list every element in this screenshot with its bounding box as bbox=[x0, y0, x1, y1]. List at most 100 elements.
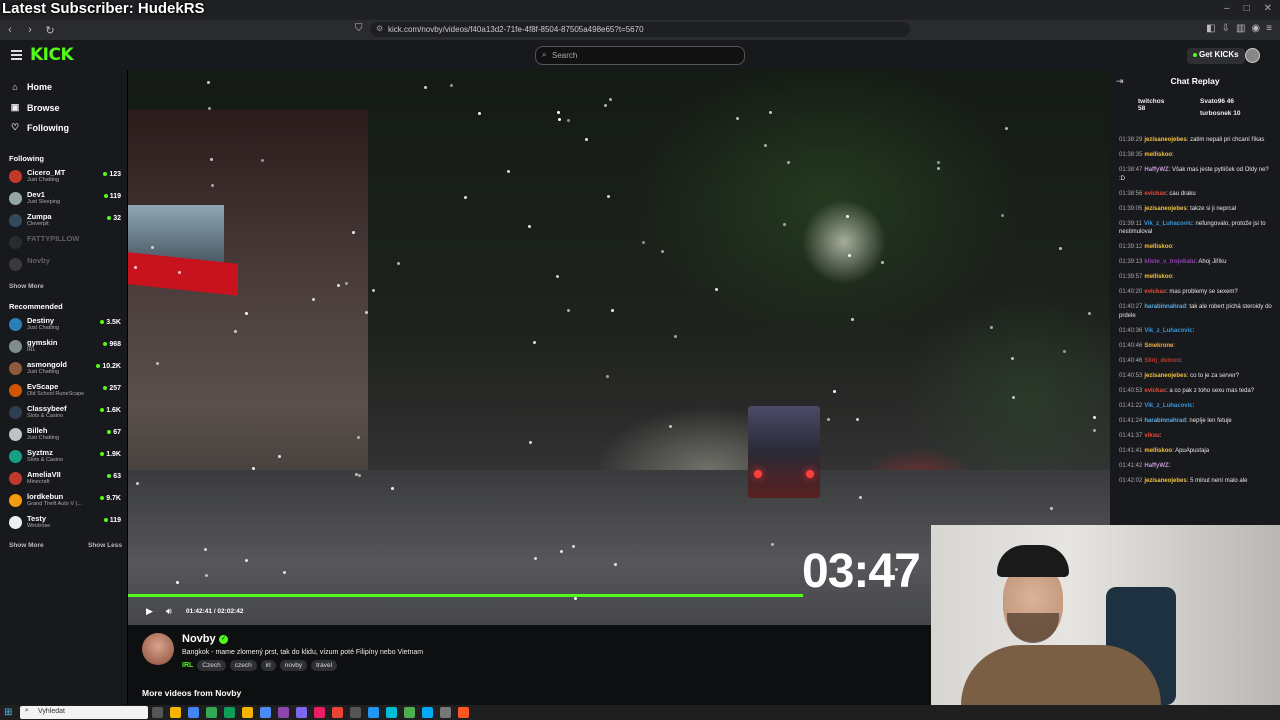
channel-item[interactable]: Destiny Just Chatting 3.5K bbox=[9, 315, 121, 335]
address-bar[interactable]: ⚙ kick.com/novby/videos/f40a13d2-71fe-4f… bbox=[370, 22, 910, 37]
channel-item[interactable]: Dev1 Just Sleeping 119 bbox=[9, 189, 121, 209]
taskbar-app-icon[interactable] bbox=[296, 707, 307, 718]
chat-username[interactable]: kliste_v_trojobalu bbox=[1144, 259, 1195, 265]
taskbar-app-icon[interactable] bbox=[188, 707, 199, 718]
taskbar-app-icon[interactable] bbox=[332, 707, 343, 718]
snowflake bbox=[357, 436, 360, 439]
chat-username[interactable]: jezisaneojebes bbox=[1144, 137, 1186, 143]
channel-category: Old School RuneScape bbox=[27, 391, 85, 397]
channel-item[interactable]: Testy Windrose 119 bbox=[9, 513, 121, 533]
show-more-following[interactable]: Show More bbox=[9, 283, 44, 290]
tag[interactable]: czech bbox=[229, 660, 257, 671]
chat-username[interactable]: Vik_z_Luhacovic bbox=[1144, 403, 1192, 409]
chat-message: 01:38:56 evickax: cau draku bbox=[1119, 190, 1276, 199]
category-link[interactable]: IRL bbox=[182, 662, 193, 669]
taskbar-app-icon[interactable] bbox=[278, 707, 289, 718]
channel-item[interactable]: FATTYPILLOW bbox=[9, 233, 121, 253]
chat-username[interactable]: evickax bbox=[1144, 289, 1166, 295]
bookmark-icon[interactable]: ⛉ bbox=[355, 23, 363, 34]
channel-item[interactable]: AmeliaVII Minecraft 63 bbox=[9, 469, 121, 489]
chat-username[interactable]: melliskoo bbox=[1144, 244, 1172, 250]
chat-username[interactable]: Vik_z_Luhacovic bbox=[1144, 221, 1192, 227]
nav-browse[interactable]: ▣ Browse bbox=[10, 102, 60, 113]
chat-username[interactable]: Slinj_demon bbox=[1144, 358, 1180, 364]
taskbar-app-icon[interactable] bbox=[440, 707, 451, 718]
chat-username[interactable]: evickax bbox=[1144, 388, 1166, 394]
taskbar-app-icon[interactable] bbox=[224, 707, 235, 718]
menu-icon[interactable]: ≡ bbox=[1266, 23, 1272, 34]
video-time: 01:42:41 / 02:02:42 bbox=[186, 608, 244, 615]
chat-username[interactable]: harabinnahrad bbox=[1144, 304, 1186, 310]
site-info-icon[interactable]: ⚙ bbox=[376, 24, 383, 33]
taskbar-app-icon[interactable] bbox=[152, 707, 163, 718]
windows-start-icon[interactable]: ⊞ bbox=[4, 707, 12, 718]
close-icon[interactable]: ✕ bbox=[1264, 3, 1272, 14]
taskbar-app-icon[interactable] bbox=[368, 707, 379, 718]
chat-username[interactable]: HaffyWZ bbox=[1144, 167, 1168, 173]
chat-username[interactable]: viksu bbox=[1144, 433, 1159, 439]
sidepanel-icon[interactable]: ▥ bbox=[1236, 23, 1245, 34]
chat-username[interactable]: evickax bbox=[1144, 191, 1166, 197]
tag[interactable]: Czech bbox=[197, 660, 226, 671]
get-kicks-button[interactable]: Get KICKs bbox=[1187, 48, 1245, 64]
channel-item[interactable]: Cicero_MT Just Chatting 123 bbox=[9, 167, 121, 187]
maximize-icon[interactable]: □ bbox=[1244, 3, 1250, 14]
taskbar-app-icon[interactable] bbox=[314, 707, 325, 718]
show-less-recommended[interactable]: Show Less bbox=[88, 542, 122, 549]
channel-item[interactable]: Novby bbox=[9, 255, 121, 275]
channel-item[interactable]: EvScape Old School RuneScape 257 bbox=[9, 381, 121, 401]
chat-username[interactable]: melliskoo bbox=[1144, 152, 1172, 158]
kick-logo[interactable]: KICK bbox=[30, 45, 74, 65]
download-icon[interactable]: ⇩ bbox=[1222, 23, 1230, 34]
nav-home[interactable]: ⌂ Home bbox=[10, 82, 52, 92]
channel-item[interactable]: Classybeef Slots & Casino 1.6K bbox=[9, 403, 121, 423]
chat-username[interactable]: melliskoo bbox=[1144, 448, 1172, 454]
chat-username[interactable]: harabinnahrad bbox=[1144, 418, 1186, 424]
taskbar-app-icon[interactable] bbox=[242, 707, 253, 718]
chat-text: cau draku bbox=[1169, 190, 1196, 197]
minimize-icon[interactable]: – bbox=[1224, 3, 1230, 14]
profile-icon[interactable]: ◉ bbox=[1251, 23, 1260, 34]
chat-username[interactable]: Vik_z_Luhacovic bbox=[1144, 328, 1192, 334]
play-icon[interactable]: ▶ bbox=[146, 606, 153, 617]
volume-icon[interactable]: 🔊︎ bbox=[166, 606, 172, 617]
taskbar-app-icon[interactable] bbox=[260, 707, 271, 718]
tag[interactable]: travel bbox=[311, 660, 338, 671]
taskbar-app-icon[interactable] bbox=[386, 707, 397, 718]
channel-item[interactable]: asmongold Just Chatting 10.2K bbox=[9, 359, 121, 379]
live-dot bbox=[107, 216, 112, 221]
taskbar-search[interactable]: ⌕ Vyhledat bbox=[20, 706, 148, 719]
user-avatar[interactable] bbox=[1245, 48, 1260, 63]
search-input[interactable]: ⌕ Search bbox=[535, 46, 745, 65]
taskbar-app-icon[interactable] bbox=[458, 707, 469, 718]
tag[interactable]: irl bbox=[260, 660, 276, 671]
nav-following[interactable]: ♡ Following bbox=[10, 122, 69, 133]
chat-username[interactable]: melliskoo bbox=[1144, 274, 1172, 280]
menu-icon[interactable] bbox=[11, 50, 22, 62]
chat-username[interactable]: HaffyWZ bbox=[1144, 463, 1168, 469]
channel-item[interactable]: gymskin IRL 968 bbox=[9, 337, 121, 357]
taskbar-app-icon[interactable] bbox=[404, 707, 415, 718]
extension-icon[interactable]: ◧ bbox=[1206, 23, 1215, 34]
chat-username[interactable]: jezisaneojebes bbox=[1144, 373, 1186, 379]
streamer-name[interactable]: Novby bbox=[182, 633, 216, 645]
channel-item[interactable]: Syztmz Slots & Casino 1.9K bbox=[9, 447, 121, 467]
show-more-recommended[interactable]: Show More bbox=[9, 542, 44, 549]
channel-item[interactable]: Billeh Just Chatting 67 bbox=[9, 425, 121, 445]
back-icon[interactable]: ‹ bbox=[0, 24, 20, 36]
channel-item[interactable]: Zumpa Cleverpit 32 bbox=[9, 211, 121, 231]
chat-username[interactable]: jezisaneojebes bbox=[1144, 478, 1186, 484]
tag[interactable]: novby bbox=[279, 660, 308, 671]
taskbar-app-icon[interactable] bbox=[422, 707, 433, 718]
chat-username[interactable]: jezisaneojebes bbox=[1144, 206, 1186, 212]
seek-bar[interactable] bbox=[128, 594, 803, 597]
chat-username[interactable]: Smekrone bbox=[1144, 343, 1173, 349]
channel-name: FATTYPILLOW bbox=[27, 234, 80, 243]
forward-icon[interactable]: › bbox=[20, 24, 40, 36]
channel-item[interactable]: lordkebun Grand Theft Auto V (... 9.7K bbox=[9, 491, 121, 511]
streamer-avatar[interactable] bbox=[142, 633, 174, 665]
reload-icon[interactable]: ↻ bbox=[40, 24, 60, 37]
taskbar-app-icon[interactable] bbox=[206, 707, 217, 718]
taskbar-app-icon[interactable] bbox=[170, 707, 181, 718]
taskbar-app-icon[interactable] bbox=[350, 707, 361, 718]
